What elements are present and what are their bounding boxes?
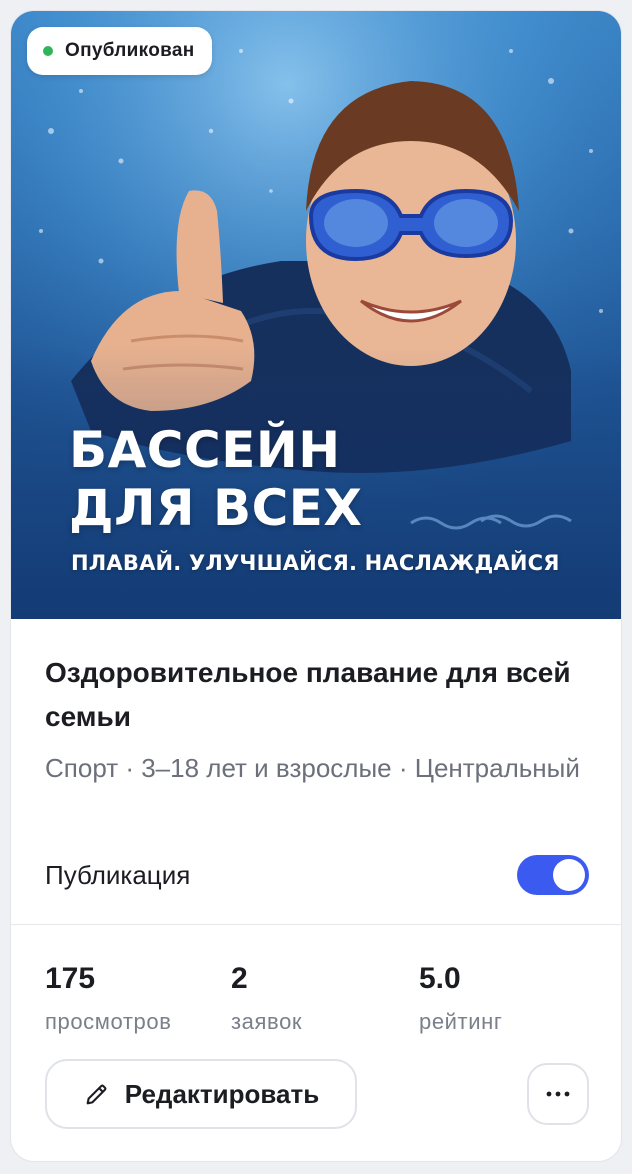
listing-card: БАССЕЙН ДЛЯ ВСЕХ ПЛАВАЙ. УЛУЧШАЙСЯ. НАСЛ… <box>10 10 622 1162</box>
stat-value: 175 <box>45 962 96 995</box>
hero-headline-line1: БАССЕЙН <box>69 421 341 479</box>
pencil-icon <box>86 1084 107 1105</box>
stat-rating: 5.0 рейтинг <box>419 961 503 1035</box>
hero-subtitle: ПЛАВАЙ. УЛУЧШАЙСЯ. НАСЛАЖДАЙСЯ <box>71 551 560 575</box>
toggle-knob <box>553 859 585 891</box>
publication-toggle[interactable] <box>517 855 589 895</box>
listing-title[interactable]: Оздоровительное плавание для всей семьи <box>45 651 605 739</box>
listing-info: Оздоровительное плавание для всей семьи … <box>45 651 605 787</box>
stats-row: 175 просмотров 2 заявок 5.0 рейтинг <box>45 961 605 1041</box>
publication-row: Публикация <box>45 855 589 895</box>
edit-button-label: Редактировать <box>124 1078 320 1109</box>
hero-headline: БАССЕЙН ДЛЯ ВСЕХ <box>69 421 362 537</box>
publication-label: Публикация <box>45 859 191 890</box>
stat-value: 5.0 <box>419 962 461 995</box>
stat-views: 175 просмотров <box>45 961 172 1035</box>
stat-label: просмотров <box>45 1009 172 1034</box>
listing-meta: Спорт · 3–18 лет и взрослые · Центральны… <box>45 753 580 783</box>
more-dots-icon <box>546 1091 570 1097</box>
status-badge: Опубликован <box>27 27 213 75</box>
stat-applications: 2 заявок <box>231 961 302 1035</box>
status-badge-label: Опубликован <box>65 40 195 61</box>
stat-label: заявок <box>231 1009 303 1034</box>
cover-image: БАССЕЙН ДЛЯ ВСЕХ ПЛАВАЙ. УЛУЧШАЙСЯ. НАСЛ… <box>11 11 621 619</box>
stat-value: 2 <box>231 962 248 995</box>
status-dot-icon <box>43 46 53 56</box>
hero-headline-line2: ДЛЯ ВСЕХ <box>69 479 363 537</box>
stat-label: рейтинг <box>419 1009 503 1034</box>
edit-button[interactable]: Редактировать <box>45 1059 357 1129</box>
more-options-button[interactable] <box>527 1063 589 1125</box>
divider <box>11 924 621 925</box>
